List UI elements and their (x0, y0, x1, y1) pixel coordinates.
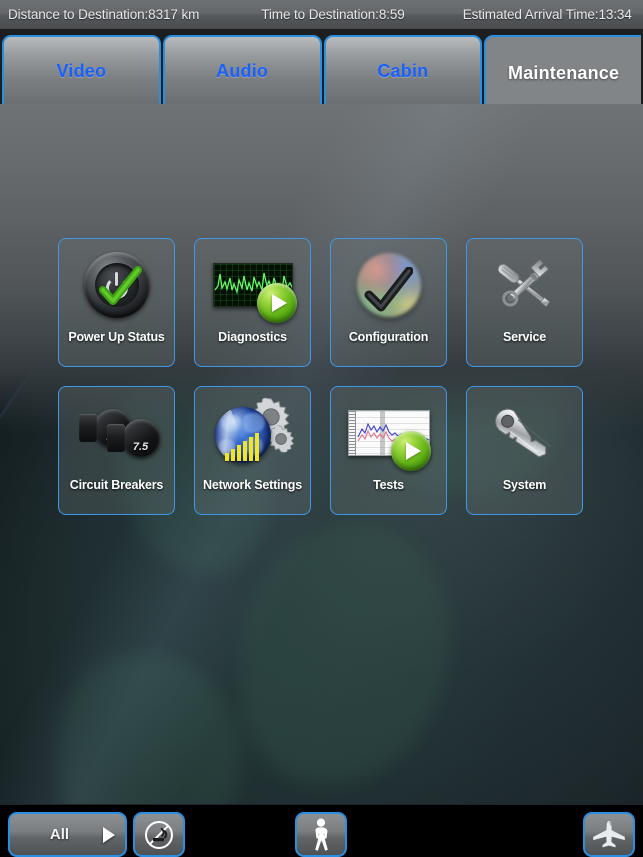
status-distance-to-destination: Distance to Destination:8317 km (8, 7, 200, 22)
tile-system[interactable]: System (466, 386, 583, 515)
maintenance-icon-grid: Power Up Status Diagnostics Configuratio… (58, 238, 585, 515)
tab-audio[interactable]: Audio (162, 35, 322, 106)
green-check-icon (99, 266, 142, 305)
dark-check-icon (364, 267, 413, 312)
tab-video[interactable]: Video (2, 35, 161, 106)
tile-tests[interactable]: Tests (330, 386, 447, 515)
bottom-bar: All (0, 804, 643, 857)
gear-small-icon (267, 425, 294, 453)
breaker-right: 7.5 (106, 419, 160, 457)
tile-power-up-status[interactable]: Power Up Status (58, 238, 175, 367)
globe-gears-icon (195, 387, 310, 479)
tile-label-network-settings: Network Settings (203, 478, 302, 492)
wrench-screwdriver-icon (467, 239, 582, 331)
tile-network-settings[interactable]: Network Settings (194, 386, 311, 515)
color-sphere-check-icon (331, 239, 446, 331)
breaker-right-rating: 7.5 (132, 441, 149, 453)
tile-label-diagnostics: Diagnostics (218, 330, 287, 344)
status-bar: Distance to Destination:8317 km Time to … (0, 0, 643, 30)
tile-label-service: Service (502, 330, 547, 344)
tab-cabin-label: Cabin (377, 61, 429, 81)
circuit-breaker-icon: 15 7.5 (59, 387, 174, 479)
power-check-icon (59, 239, 174, 331)
key-svg (494, 408, 551, 458)
tab-bar: Video Audio Cabin Maintenance (0, 30, 643, 109)
no-smoking-button[interactable] (133, 812, 185, 857)
tools-svg (497, 259, 550, 307)
tile-label-system: System (502, 478, 547, 492)
tile-diagnostics[interactable]: Diagnostics (194, 238, 311, 367)
fasten-seatbelt-button[interactable] (295, 812, 347, 857)
tile-label-tests: Tests (373, 478, 404, 492)
main-content: Power Up Status Diagnostics Configuratio… (0, 104, 643, 804)
tile-service[interactable]: Service (466, 238, 583, 367)
tab-video-label: Video (56, 61, 107, 81)
status-time-to-destination: Time to Destination:8:59 (261, 7, 405, 22)
signal-bars-icon (224, 433, 259, 461)
tab-maintenance-label: Maintenance (508, 62, 620, 83)
tab-cabin[interactable]: Cabin (323, 35, 483, 106)
airplane-icon (593, 820, 625, 847)
green-play-icon (257, 283, 297, 323)
airplane-button[interactable] (583, 812, 635, 857)
tab-maintenance[interactable]: Maintenance (484, 35, 641, 109)
key-icon (467, 387, 582, 479)
tile-label-power-up-status: Power Up Status (68, 330, 165, 344)
fasten-seatbelt-icon (315, 818, 328, 851)
oscilloscope-play-icon (195, 239, 310, 331)
tab-audio-label: Audio (216, 61, 269, 81)
chart-play-icon (331, 387, 446, 479)
tile-circuit-breakers[interactable]: 15 7.5 Circuit Breakers (58, 386, 175, 515)
no-smoking-icon (145, 820, 173, 849)
green-play-icon (391, 431, 431, 471)
tile-label-circuit-breakers: Circuit Breakers (69, 478, 164, 492)
status-estimated-arrival-time: Estimated Arrival Time:13:34 (462, 7, 632, 22)
tile-label-configuration: Configuration (348, 330, 429, 344)
tile-configuration[interactable]: Configuration (330, 238, 447, 367)
all-zones-button[interactable]: All (8, 812, 127, 857)
all-zones-label: All (49, 826, 70, 843)
app-screen: Distance to Destination:8317 km Time to … (0, 0, 643, 857)
triangle-right-icon (103, 826, 115, 843)
